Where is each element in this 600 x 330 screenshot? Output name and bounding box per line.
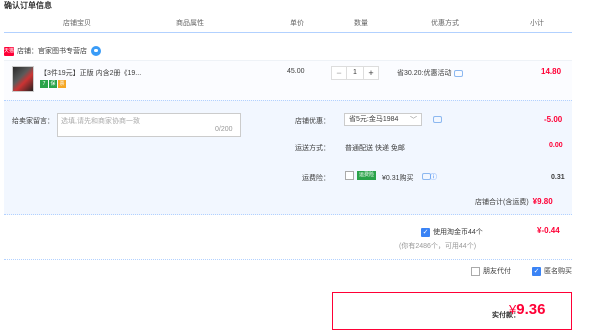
coupon-select[interactable]: 省5元:金马1984 ﹀	[344, 113, 422, 126]
item-subtotal: 14.80	[541, 67, 562, 76]
product-thumbnail[interactable]	[12, 66, 34, 92]
shipping-fee: 0.00	[549, 142, 563, 149]
pay-amount: ¥9.36	[509, 301, 545, 318]
shop-name-link[interactable]: 官家图书专营店	[38, 46, 87, 56]
invoice-icon: 票	[58, 80, 66, 88]
anonymous-label: 匿名购买	[544, 268, 572, 275]
help-icon[interactable]: ⓘ	[430, 172, 437, 182]
coupon-selected-value: 省5元:金马1984	[349, 116, 399, 123]
header-discount: 优惠方式	[431, 20, 459, 27]
shop-total-label: 店铺合计(含运费)	[475, 199, 529, 206]
chevron-down-icon: ﹀	[410, 117, 417, 124]
options-divider	[4, 259, 572, 260]
shop-total: 店铺合计(含运费) ¥9.80	[475, 197, 553, 207]
insurance-checkbox[interactable]	[345, 171, 354, 180]
shop-label: 店铺：	[17, 48, 38, 55]
anonymous-checkbox[interactable]: ✓	[532, 266, 541, 276]
coins-discount-value: ¥-0.44	[537, 226, 560, 235]
quantity-stepper: − 1 +	[331, 66, 379, 80]
header-divider	[4, 32, 572, 33]
header-items: 店铺宝贝	[63, 20, 91, 27]
shop-row: 天猫 店铺： 官家图书专营店	[4, 44, 101, 58]
message-placeholder: 选填,请先和商家协商一致	[61, 118, 140, 125]
coupon-info-icon[interactable]	[433, 116, 442, 123]
quantity-minus-button[interactable]: −	[332, 67, 346, 79]
shipping-method: 普通配送 快递 免邮	[345, 145, 405, 152]
guarantee-icon: 保	[49, 80, 57, 88]
header-quantity: 数量	[354, 20, 368, 27]
insurance-text: ¥0.31购买	[382, 175, 414, 182]
coins-label: 使用淘金币44个	[433, 229, 483, 236]
coins-option: ✓ 使用淘金币44个	[421, 227, 483, 237]
tmall-icon: 天猫	[4, 46, 15, 56]
coins-balance: (你有2486个，可用44个)	[399, 243, 477, 250]
message-char-count: 0/200	[215, 126, 233, 133]
header-attributes: 商品属性	[176, 20, 204, 27]
quantity-input[interactable]: 1	[346, 67, 364, 79]
service-badges: 7 保 票	[40, 80, 66, 88]
pay-amount-value: 9.36	[516, 301, 546, 318]
promo-text: 省30.20:优惠活动	[397, 70, 452, 77]
insurance-tag: 运费险	[357, 171, 377, 180]
insurance-value: 0.31	[551, 174, 565, 181]
chat-seller-icon[interactable]	[91, 46, 101, 56]
promo-detail-icon[interactable]	[454, 69, 464, 77]
coupon-label: 店铺优惠：	[295, 118, 330, 125]
insurance-label: 运费险：	[302, 175, 330, 182]
unit-price: 45.00	[287, 68, 305, 75]
quantity-plus-button[interactable]: +	[364, 67, 378, 79]
product-title-link[interactable]: 【3件19元】正版 内含2册《19...	[40, 68, 141, 78]
seven-day-return-icon: 7	[40, 80, 48, 88]
shipping-label: 运送方式：	[295, 145, 330, 152]
coins-checkbox[interactable]: ✓	[421, 227, 430, 237]
shop-total-value: ¥9.80	[532, 197, 553, 206]
friend-pay-label: 朋友代付	[483, 268, 511, 275]
order-item-row	[4, 60, 572, 100]
message-label: 给卖家留言：	[12, 118, 54, 125]
friend-pay-checkbox[interactable]	[471, 266, 480, 276]
coupon-discount-value: -5.00	[544, 115, 563, 124]
header-subtotal: 小计	[530, 20, 544, 27]
page-title: 确认订单信息	[4, 1, 52, 10]
payment-options: 朋友代付 ✓ 匿名购买	[471, 266, 572, 276]
promo-info: 省30.20:优惠活动	[397, 68, 464, 78]
column-header-row: 店铺宝贝 商品属性 单价 数量 优惠方式 小计	[0, 14, 600, 32]
header-unit-price: 单价	[290, 20, 304, 27]
